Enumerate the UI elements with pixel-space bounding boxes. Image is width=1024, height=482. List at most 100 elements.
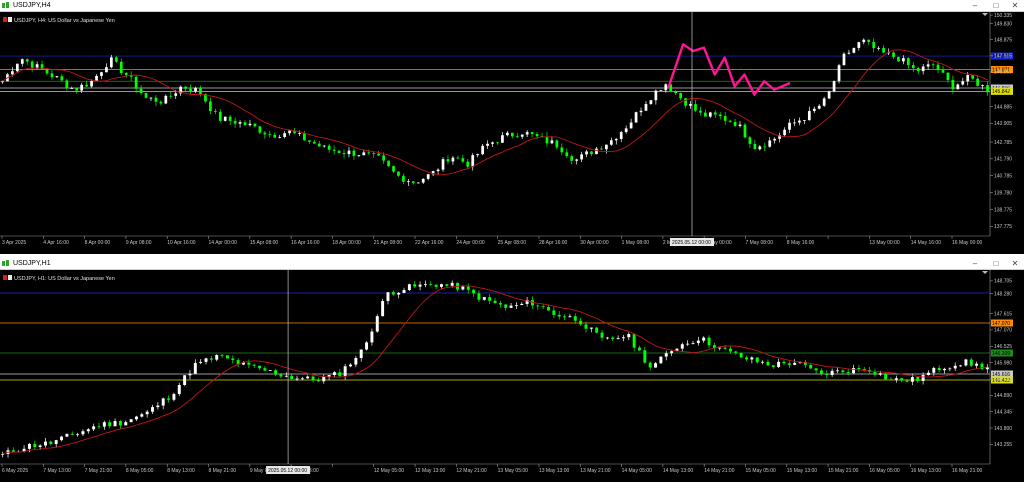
candle	[274, 368, 278, 377]
candle-body	[836, 370, 839, 372]
candle-body	[897, 56, 900, 62]
candle-body	[819, 370, 823, 374]
candle	[857, 41, 861, 51]
candle	[937, 365, 941, 373]
candle	[873, 368, 877, 377]
candle-body	[85, 84, 88, 87]
candle-body	[910, 377, 914, 382]
candle-body	[654, 90, 658, 101]
candle-body	[872, 42, 876, 49]
price-tick-label: 147.915	[994, 54, 1012, 60]
candle	[392, 165, 395, 174]
candle-body	[381, 300, 385, 317]
candle	[1, 451, 5, 458]
time-tick-label: 15 May 13:00	[787, 468, 818, 474]
candle-body	[300, 378, 304, 380]
close-button[interactable]: ✕	[1008, 258, 1022, 269]
price-tick-label: 146.955	[994, 70, 1012, 76]
candle-body	[680, 344, 684, 349]
candle	[124, 71, 128, 78]
candle	[565, 148, 569, 158]
candle	[418, 281, 422, 291]
chart-window-h1[interactable]: USDJPY,H1 – □ ✕ USDJPY, H1: US Dollar vs…	[0, 258, 1024, 482]
minimize-button[interactable]: –	[968, 0, 982, 11]
candle	[648, 361, 652, 371]
candle-body	[303, 133, 306, 141]
close-button[interactable]: ✕	[1008, 0, 1022, 11]
candle-body	[332, 372, 336, 375]
candle	[278, 134, 282, 139]
candle	[283, 131, 286, 139]
candle-body	[372, 153, 376, 154]
candle	[50, 69, 54, 80]
candle	[354, 356, 358, 368]
candle-body	[723, 347, 727, 349]
maximize-button[interactable]: □	[989, 0, 1003, 11]
candle-body	[70, 433, 74, 435]
candle-body	[659, 356, 663, 364]
candle	[92, 423, 96, 432]
candle-body	[476, 154, 480, 156]
candle-body	[312, 141, 316, 144]
candle-body	[308, 140, 311, 142]
time-tick-label: 10 Apr 16:00	[167, 240, 196, 246]
candle	[664, 350, 668, 361]
candle-body	[466, 286, 470, 290]
candle	[236, 358, 240, 368]
chart-window-h4[interactable]: USDJPY,H4 – □ ✕ USDJPY, H4: US Dollar vs…	[0, 0, 1024, 254]
candle-body	[699, 110, 702, 113]
candle	[451, 156, 455, 165]
candle-body	[648, 362, 652, 368]
price-chart-h4[interactable]: USDJPY, H4: US Dollar vs Japanese Yen 147…	[0, 12, 1024, 254]
candle-body	[852, 47, 856, 53]
candle-body	[605, 337, 609, 339]
candle-body	[614, 138, 618, 141]
candle-body	[407, 284, 411, 291]
candle-body	[86, 429, 90, 432]
candle	[585, 149, 588, 158]
candle-body	[873, 371, 877, 375]
candle-body	[402, 175, 405, 182]
candle	[70, 431, 74, 436]
candle-body	[937, 367, 941, 371]
price-chart-h1[interactable]: USDJPY, H1: US Dollar vs Japanese Yen 147…	[0, 270, 1024, 482]
candle-body	[451, 157, 455, 162]
candle	[761, 360, 765, 365]
price-tick-label: 149.830	[994, 21, 1012, 27]
candle	[183, 375, 187, 386]
time-tick-label: 15 Apr 08:00	[250, 240, 279, 246]
candle-body	[30, 61, 34, 68]
candle-body	[481, 145, 484, 155]
candle-body	[279, 374, 283, 377]
window-title: USDJPY,H1	[13, 260, 51, 267]
candle	[778, 132, 781, 143]
candle	[308, 140, 311, 144]
candle	[504, 304, 508, 311]
time-tick-label: 24 Apr 00:00	[456, 240, 485, 246]
candle-body	[702, 337, 706, 341]
candle-body	[545, 136, 549, 144]
window-titlebar[interactable]: USDJPY,H4 – □ ✕	[0, 0, 1024, 12]
maximize-button[interactable]: □	[989, 258, 1003, 269]
candle	[550, 136, 554, 145]
candle-body	[911, 65, 915, 69]
candle	[654, 361, 658, 368]
candle-body	[498, 303, 502, 305]
candle	[461, 154, 465, 163]
price-tick-label: 143.905	[994, 121, 1012, 127]
candle	[713, 110, 717, 118]
candle	[723, 111, 727, 125]
candle-body	[418, 284, 422, 287]
candle	[25, 58, 29, 65]
candle	[179, 85, 183, 96]
candle-body	[509, 305, 513, 308]
candle	[134, 75, 138, 93]
candle	[921, 63, 925, 75]
candle	[193, 359, 197, 375]
window-titlebar[interactable]: USDJPY,H1 – □ ✕	[0, 258, 1024, 270]
minimize-button[interactable]: –	[968, 258, 982, 269]
candle	[375, 314, 379, 333]
candle	[33, 440, 37, 450]
candle	[75, 87, 79, 94]
candle-body	[575, 159, 579, 161]
